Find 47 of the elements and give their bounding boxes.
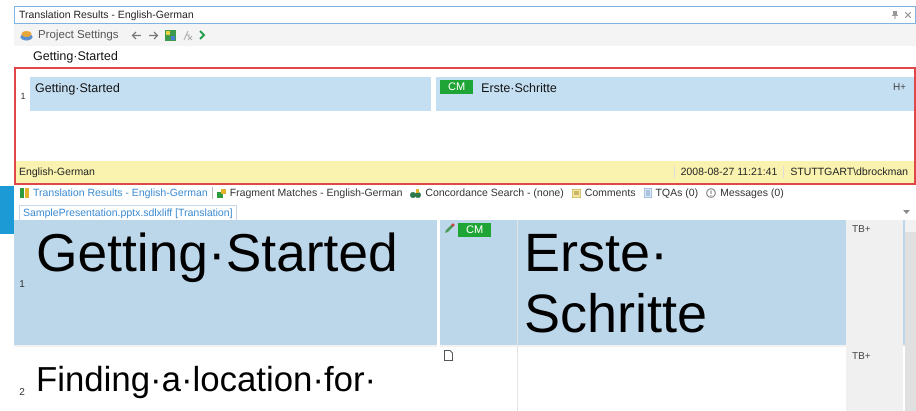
side-accent	[0, 186, 14, 234]
info-icon	[706, 188, 716, 198]
view-tab[interactable]: Comments	[568, 187, 640, 199]
match-badge: CM	[440, 80, 474, 94]
pencil-icon	[444, 223, 455, 234]
source-text: Getting·Started	[36, 224, 398, 283]
segment-row[interactable]: 1 Getting·Started CM Erste·Schritte TB+	[14, 220, 905, 345]
flag-label: H+	[892, 81, 907, 93]
dropdown-icon[interactable]	[903, 210, 910, 214]
target-text: Erste·Schritte	[524, 223, 708, 344]
document-icon	[444, 350, 453, 361]
settings-icon	[20, 30, 33, 40]
grid-icon[interactable]	[164, 30, 176, 40]
forward-arrow-icon[interactable]	[148, 30, 159, 40]
source-text: Getting·Started	[33, 49, 118, 63]
view-tab[interactable]: Translation Results - English-German	[16, 187, 213, 199]
flag-label: TB+	[852, 351, 871, 362]
back-arrow-icon[interactable]	[130, 30, 142, 40]
clipboard-icon	[644, 188, 652, 198]
view-tab[interactable]: Messages (0)	[702, 187, 788, 199]
table-icon	[20, 188, 29, 198]
row-number: 1	[19, 278, 25, 290]
view-tab[interactable]: Fragment Matches - English-German	[212, 187, 406, 199]
target-cell: Erste·Schritte	[481, 80, 557, 95]
document-tab[interactable]: SamplePresentation.pptx.sdlxliff [Translation]	[19, 205, 237, 220]
binoculars-icon	[410, 188, 422, 198]
date-text: 2008-08-27 11:21:41	[674, 166, 784, 178]
pin-icon[interactable]	[892, 11, 898, 19]
source-cell: Getting·Started	[30, 77, 431, 111]
segment-row[interactable]: 2 Finding·a·location·for· TB+	[14, 347, 905, 411]
row-number: 1	[19, 90, 26, 103]
user-text: STUTTGART\dbrockman	[783, 166, 914, 178]
row-number: 2	[19, 387, 25, 398]
status-badge: CM	[458, 223, 492, 237]
panel-title: Translation Results - English-German	[19, 9, 194, 21]
language-pair: English-German	[18, 166, 96, 178]
scrollbar[interactable]	[905, 232, 916, 411]
flag-label: TB+	[852, 224, 871, 235]
function-icon[interactable]	[182, 30, 193, 40]
project-settings-button[interactable]: Project Settings	[20, 29, 125, 41]
view-tab[interactable]: Concordance Search - (none)	[406, 187, 568, 199]
view-tab[interactable]: TQAs (0)	[640, 187, 702, 199]
chevron-right-icon[interactable]	[198, 30, 206, 40]
puzzle-icon	[216, 188, 226, 198]
source-text: Finding·a·location·for·	[36, 361, 376, 399]
close-icon[interactable]	[905, 12, 911, 18]
note-icon	[572, 188, 581, 198]
